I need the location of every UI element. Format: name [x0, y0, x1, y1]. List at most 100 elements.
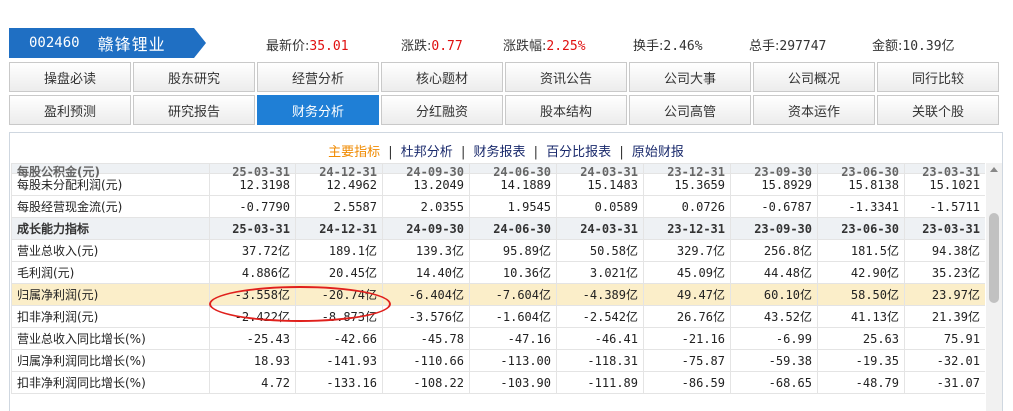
table-cell: -75.87	[643, 349, 731, 372]
table-row: 扣非净利润同比增长(%) 4.72 -133.16 -108.22 -103.90 -11…	[11, 371, 985, 394]
table-cell: 24-09-30	[382, 163, 470, 178]
nav-tab-row1-0[interactable]: 操盘必读	[9, 62, 131, 92]
table-row: 归属净利润(元) -3.558亿 -20.74亿 -6.404亿 -7.604亿 -4.3…	[11, 283, 985, 306]
table-cell: 23-12-31	[643, 163, 731, 178]
table-cell: 2.0355	[382, 195, 470, 218]
nav-tab-row1-1[interactable]: 股东研究	[133, 62, 255, 92]
table-cell: -0.6787	[730, 195, 818, 218]
nav-tab-row1-7[interactable]: 同行比较	[877, 62, 999, 92]
table-cell: 44.48亿	[730, 261, 818, 284]
nav-tab-row2-6[interactable]: 资本运作	[753, 95, 875, 125]
table-cell: 23.97亿	[904, 283, 985, 306]
nav-row-1: 操盘必读 股东研究 经营分析 核心题材 资讯公告 公司大事 公司概况 同行比较	[9, 62, 1009, 92]
table-cell: 4.72	[209, 371, 296, 394]
table-cell: 23-06-30	[817, 163, 905, 178]
table-row: 毛利润(元) 4.886亿 20.45亿 14.40亿 10.36亿 3.021亿 45.0…	[11, 261, 985, 284]
table-row: 每股公积金(元) 25-03-31 24-12-31 24-09-30 24-06-30…	[11, 163, 985, 178]
nav-row-2: 盈利预测 研究报告 财务分析 分红融资 股本结构 公司高管 资本运作 关联个股	[9, 95, 1009, 125]
table-cell: 14.40亿	[382, 261, 470, 284]
table-cell: -25.43	[209, 327, 296, 350]
stock-header: 002460 赣锋锂业 最新价:35.01 涨跌:0.77 涨跌幅:2.25% …	[0, 24, 1013, 58]
table-cell: 23-09-30	[730, 217, 818, 240]
table-cell: -68.65	[730, 371, 818, 394]
table-row: 营业总收入(元) 37.72亿 189.1亿 139.3亿 95.89亿 50.58亿 32…	[11, 239, 985, 262]
table-cell: -2.422亿	[209, 305, 296, 328]
table-cell: 139.3亿	[382, 239, 470, 262]
nav-tab-row1-5[interactable]: 公司大事	[629, 62, 751, 92]
nav-tab-row2-0[interactable]: 盈利预测	[9, 95, 131, 125]
nav-tab-row2-2[interactable]: 财务分析	[257, 95, 379, 125]
table-cell: -31.07	[904, 371, 985, 394]
subtab-separator: |	[388, 145, 393, 160]
stock-tag[interactable]: 002460 赣锋锂业	[9, 28, 206, 58]
nav-tab-row1-3[interactable]: 核心题材	[381, 62, 503, 92]
section-nav: 操盘必读 股东研究 经营分析 核心题材 资讯公告 公司大事 公司概况 同行比较 盈利预测 研究报…	[9, 62, 1009, 128]
table-cell: 23-09-30	[730, 163, 818, 178]
table-row: 归属净利润同比增长(%) 18.93 -141.93 -110.66 -113.00 -1…	[11, 349, 985, 372]
table-cell: -141.93	[295, 349, 383, 372]
table-cell: 4.886亿	[209, 261, 296, 284]
subtab-statements[interactable]: 财务报表	[473, 145, 525, 160]
scroll-up-arrow-icon[interactable]	[990, 167, 998, 172]
table-cell: 58.50亿	[817, 283, 905, 306]
stock-name: 赣锋锂业	[97, 35, 166, 54]
table-cell: -32.01	[904, 349, 985, 372]
subtab-bar: 主要指标 | 杜邦分析 | 财务报表 | 百分比报表 | 原始财报	[10, 133, 1002, 163]
table-cell: 20.45亿	[295, 261, 383, 284]
table-cell: 24-06-30	[469, 217, 557, 240]
indicator-table-wrap[interactable]: 每股公积金(元) 25-03-31 24-12-31 24-09-30 24-06-30…	[11, 163, 985, 411]
nav-tab-row1-6[interactable]: 公司概况	[753, 62, 875, 92]
table-cell: 25-03-31	[209, 163, 296, 178]
nav-tab-row1-4[interactable]: 资讯公告	[505, 62, 627, 92]
table-row: 成长能力指标 25-03-31 24-12-31 24-09-30 24-06-30 24…	[11, 217, 985, 240]
subtab-separator: |	[460, 145, 466, 160]
table-cell: 75.91	[904, 327, 985, 350]
table-scrollbar[interactable]	[986, 163, 1002, 411]
row-label: 每股公积金(元)	[11, 163, 210, 178]
nav-tab-row2-7[interactable]: 关联个股	[877, 95, 999, 125]
table-cell: -1.5711	[904, 195, 985, 218]
nav-tab-row2-5[interactable]: 公司高管	[629, 95, 751, 125]
table-cell: 23-12-31	[643, 217, 731, 240]
row-label: 营业总收入(元)	[11, 239, 210, 262]
table-cell: -108.22	[382, 371, 470, 394]
row-label: 每股未分配利润(元)	[11, 173, 210, 196]
table-cell: 0.0589	[556, 195, 644, 218]
table-cell: 3.021亿	[556, 261, 644, 284]
subtab-raw-reports[interactable]: 原始财报	[632, 145, 684, 160]
row-label: 扣非净利润同比增长(%)	[11, 371, 210, 394]
table-cell: 49.47亿	[643, 283, 731, 306]
table-cell: 45.09亿	[643, 261, 731, 284]
nav-tab-row2-4[interactable]: 股本结构	[505, 95, 627, 125]
table-cell: 60.10亿	[730, 283, 818, 306]
table-cell: -1.3341	[817, 195, 905, 218]
nav-tab-row1-2[interactable]: 经营分析	[257, 62, 379, 92]
table-cell: 24-03-31	[556, 217, 644, 240]
table-cell: -48.79	[817, 371, 905, 394]
nav-tab-row2-3[interactable]: 分红融资	[381, 95, 503, 125]
table-cell: -45.78	[382, 327, 470, 350]
table-cell: -111.89	[556, 371, 644, 394]
table-cell: 24-12-31	[295, 217, 383, 240]
table-cell: 25.63	[817, 327, 905, 350]
table-cell: 50.58亿	[556, 239, 644, 262]
price-change: 涨跌:0.77	[401, 39, 463, 54]
table-cell: -6.99	[730, 327, 818, 350]
table-cell: -3.558亿	[209, 283, 296, 306]
subtab-main-indicators[interactable]: 主要指标	[328, 145, 380, 160]
subtab-separator: |	[619, 145, 624, 160]
row-label: 营业总收入同比增长(%)	[11, 327, 210, 350]
table-cell: -0.7790	[209, 195, 296, 218]
row-label: 扣非净利润(元)	[11, 305, 210, 328]
indicator-table: 每股公积金(元) 25-03-31 24-12-31 24-09-30 24-06-30…	[11, 163, 985, 394]
table-cell: 37.72亿	[209, 239, 296, 262]
price-change-pct: 涨跌幅:2.25%	[503, 39, 586, 54]
nav-tab-row2-1[interactable]: 研究报告	[133, 95, 255, 125]
subtab-dupont[interactable]: 杜邦分析	[401, 145, 453, 160]
row-label: 每股经营现金流(元)	[11, 195, 210, 218]
table-row: 营业总收入同比增长(%) -25.43 -42.66 -45.78 -47.16 -46.…	[11, 327, 985, 350]
table-cell: 23-03-31	[904, 163, 985, 178]
subtab-percent-statements[interactable]: 百分比报表	[546, 145, 611, 160]
table-cell: 24-12-31	[295, 163, 383, 178]
scroll-thumb[interactable]	[989, 213, 999, 303]
